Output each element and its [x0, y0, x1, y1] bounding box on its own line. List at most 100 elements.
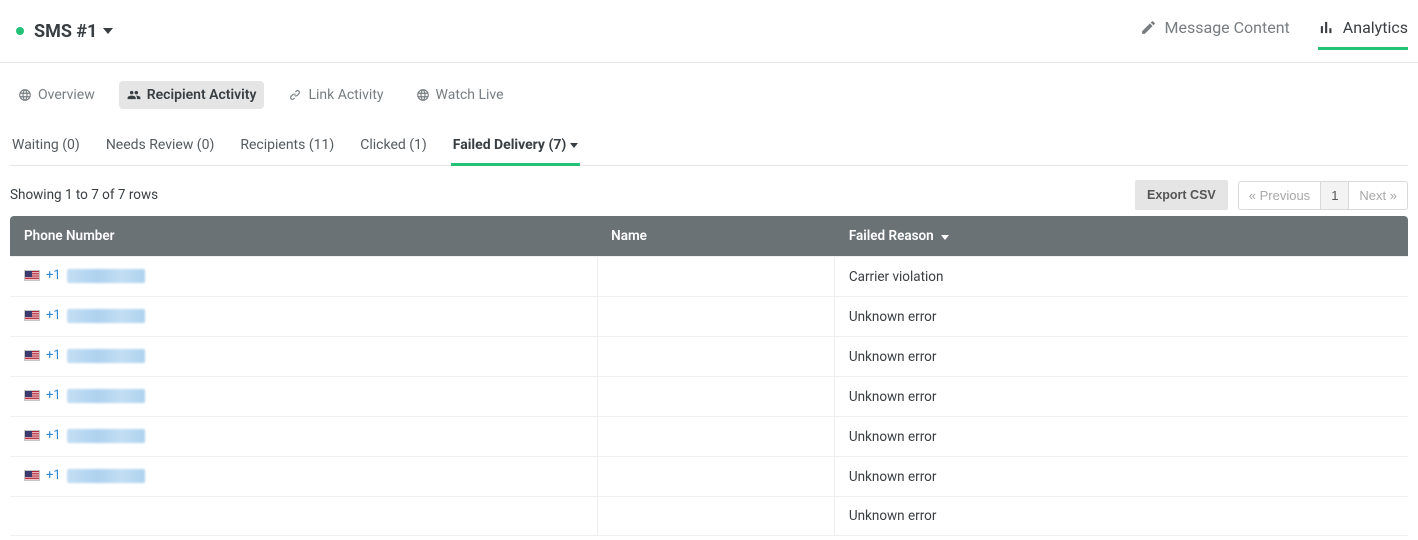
- phone-link[interactable]: +1: [24, 268, 145, 283]
- col-phone[interactable]: Phone Number: [10, 216, 597, 256]
- country-code: +1: [46, 388, 61, 403]
- cell-name: [597, 376, 835, 416]
- pager: « Previous 1 Next »: [1238, 181, 1408, 210]
- phone-link[interactable]: +1: [24, 428, 145, 443]
- top-bar-left: SMS #1: [10, 21, 113, 42]
- analytics-label: Analytics: [1343, 18, 1408, 37]
- us-flag-icon: [24, 470, 40, 481]
- subnav-link-activity-label: Link Activity: [308, 87, 383, 103]
- phone-link[interactable]: +1: [24, 388, 145, 403]
- caret-down-icon: [103, 28, 113, 34]
- sort-caret-icon: [941, 235, 949, 240]
- table-row: +1 Carrier violation: [10, 256, 1408, 296]
- bar-chart-icon: [1318, 19, 1335, 36]
- globe-icon: [416, 88, 430, 102]
- country-code: +1: [46, 308, 61, 323]
- table-row: +1 Unknown error: [10, 296, 1408, 336]
- cell-name: [597, 336, 835, 376]
- status-indicator: [16, 27, 24, 35]
- col-failed-reason[interactable]: Failed Reason: [835, 216, 1408, 256]
- redacted-phone: [67, 469, 145, 483]
- export-csv-button[interactable]: Export CSV: [1135, 180, 1228, 210]
- col-name[interactable]: Name: [597, 216, 835, 256]
- cell-phone: +1: [10, 256, 597, 296]
- cell-name: [597, 456, 835, 496]
- top-bar: SMS #1 Message Content Analytics: [0, 0, 1418, 63]
- cell-phone: +1: [10, 376, 597, 416]
- cell-phone: [10, 496, 597, 536]
- subnav-overview[interactable]: Overview: [10, 81, 103, 109]
- cell-phone: +1: [10, 336, 597, 376]
- users-icon: [127, 88, 141, 102]
- cell-name: [597, 416, 835, 456]
- phone-link[interactable]: +1: [24, 348, 145, 363]
- link-icon: [288, 88, 302, 102]
- subnav-watch-live[interactable]: Watch Live: [408, 81, 512, 109]
- country-code: +1: [46, 468, 61, 483]
- table-row: +1 Unknown error: [10, 456, 1408, 496]
- tabs-row: Waiting (0) Needs Review (0) Recipients …: [10, 129, 1408, 166]
- cell-name: [597, 496, 835, 536]
- us-flag-icon: [24, 430, 40, 441]
- cell-name: [597, 256, 835, 296]
- cell-failed-reason: Unknown error: [835, 456, 1408, 496]
- failed-delivery-table: Phone Number Name Failed Reason +1 Carrie…: [10, 216, 1408, 536]
- country-code: +1: [46, 348, 61, 363]
- redacted-phone: [67, 269, 145, 283]
- tab-recipients[interactable]: Recipients (11): [238, 129, 336, 166]
- cell-phone: +1: [10, 296, 597, 336]
- subnav-link-activity[interactable]: Link Activity: [280, 81, 391, 109]
- cell-failed-reason: Carrier violation: [835, 256, 1408, 296]
- pager-next[interactable]: Next »: [1349, 181, 1408, 210]
- country-code: +1: [46, 268, 61, 283]
- phone-link[interactable]: +1: [24, 308, 145, 323]
- cell-failed-reason: Unknown error: [835, 416, 1408, 456]
- sub-nav: Overview Recipient Activity Link Activit…: [0, 63, 1418, 109]
- redacted-phone: [67, 349, 145, 363]
- message-content-link[interactable]: Message Content: [1140, 12, 1290, 50]
- cell-phone: +1: [10, 456, 597, 496]
- cell-phone: +1: [10, 416, 597, 456]
- col-name-label: Name: [611, 228, 647, 244]
- showing-text: Showing 1 to 7 of 7 rows: [10, 187, 158, 203]
- caret-down-icon: [570, 143, 578, 148]
- pager-page-1[interactable]: 1: [1321, 181, 1349, 210]
- tab-clicked[interactable]: Clicked (1): [358, 129, 429, 166]
- globe-icon: [18, 88, 32, 102]
- us-flag-icon: [24, 390, 40, 401]
- redacted-phone: [67, 429, 145, 443]
- tab-needs-review[interactable]: Needs Review (0): [104, 129, 217, 166]
- tab-waiting-label: Waiting (0): [12, 137, 80, 153]
- subnav-recipient-activity[interactable]: Recipient Activity: [119, 81, 265, 109]
- campaign-title-text: SMS #1: [34, 21, 97, 42]
- pencil-icon: [1140, 19, 1157, 36]
- top-bar-right: Message Content Analytics: [1140, 12, 1408, 50]
- col-failed-reason-label: Failed Reason: [849, 228, 934, 244]
- table-controls: Showing 1 to 7 of 7 rows Export CSV « Pr…: [10, 180, 1408, 210]
- redacted-phone: [67, 309, 145, 323]
- pager-prev[interactable]: « Previous: [1238, 181, 1321, 210]
- message-content-label: Message Content: [1165, 18, 1290, 37]
- tab-clicked-label: Clicked (1): [360, 137, 427, 153]
- table-row: +1 Unknown error: [10, 416, 1408, 456]
- subnav-overview-label: Overview: [38, 87, 95, 103]
- col-phone-label: Phone Number: [24, 228, 115, 244]
- us-flag-icon: [24, 350, 40, 361]
- right-controls: Export CSV « Previous 1 Next »: [1135, 180, 1408, 210]
- cell-name: [597, 296, 835, 336]
- cell-failed-reason: Unknown error: [835, 336, 1408, 376]
- campaign-title-dropdown[interactable]: SMS #1: [34, 21, 113, 42]
- table-row: +1Unknown error: [10, 376, 1408, 416]
- tab-failed-delivery-label: Failed Delivery (7): [453, 137, 567, 153]
- analytics-link[interactable]: Analytics: [1318, 12, 1408, 50]
- tab-failed-delivery[interactable]: Failed Delivery (7): [451, 129, 581, 166]
- phone-link[interactable]: +1: [24, 468, 145, 483]
- table-row: Unknown error: [10, 496, 1408, 536]
- cell-failed-reason: Unknown error: [835, 296, 1408, 336]
- subnav-watch-live-label: Watch Live: [436, 87, 504, 103]
- us-flag-icon: [24, 310, 40, 321]
- subnav-recipient-activity-label: Recipient Activity: [147, 87, 257, 103]
- redacted-phone: [67, 389, 145, 403]
- tab-waiting[interactable]: Waiting (0): [10, 129, 82, 166]
- country-code: +1: [46, 428, 61, 443]
